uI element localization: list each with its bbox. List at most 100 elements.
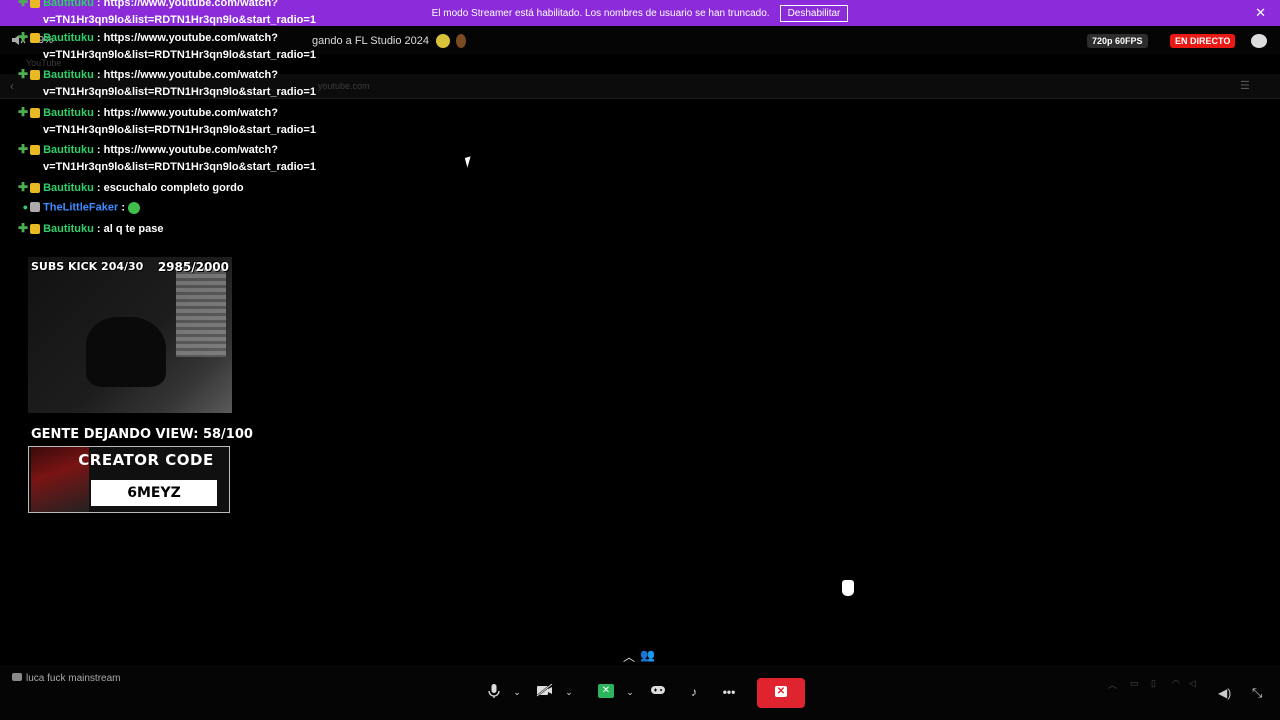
badge-icons: ✚ xyxy=(0,141,40,159)
crown-badge-icon xyxy=(30,0,40,9)
chat-text-cont: v=TN1Hr3qn9lo&list=RDTN1Hr3qn9lo&start_r… xyxy=(43,86,316,98)
chat-separator: : xyxy=(96,31,101,44)
chat-text: al q te pase xyxy=(103,222,164,235)
plus-badge-icon: ✚ xyxy=(17,0,28,9)
chat-separator: : xyxy=(121,201,125,214)
chat-text-cont: v=TN1Hr3qn9lo&list=RDTN1Hr3qn9lo&start_r… xyxy=(43,124,316,136)
voice-channel[interactable]: luca fuck mainstream xyxy=(12,673,120,684)
fullscreen-exit-icon[interactable]: ⤡ xyxy=(1252,685,1262,701)
wifi-icon[interactable]: ◠ xyxy=(1172,678,1180,689)
profile-icon[interactable] xyxy=(1251,34,1267,48)
gamepad-icon[interactable] xyxy=(649,683,667,701)
chat-separator: : xyxy=(96,181,101,194)
creator-code-panel: CREATOR CODE 6MEYZ xyxy=(28,446,230,513)
chat-separator: : xyxy=(96,0,101,9)
hand-cursor-icon xyxy=(842,580,854,596)
chat-message: ● TheLittleFaker : xyxy=(23,199,343,216)
creator-code-value: 6MEYZ xyxy=(91,480,217,506)
microphone-icon[interactable] xyxy=(485,683,503,701)
chat-separator: : xyxy=(96,143,101,156)
plus-badge-icon: ✚ xyxy=(17,30,28,44)
chat-text: https://www.youtube.com/watch? xyxy=(103,106,278,119)
mod-badge-icon xyxy=(30,202,40,213)
close-icon[interactable]: ✕ xyxy=(1255,5,1266,21)
chat-separator: : xyxy=(96,68,101,81)
chat-text: https://www.youtube.com/watch? xyxy=(103,0,278,9)
crown-badge-icon xyxy=(30,108,40,119)
more-icon[interactable]: ••• xyxy=(720,683,738,701)
camera-off-icon[interactable] xyxy=(536,683,554,701)
speaker-channel-icon xyxy=(12,673,22,681)
chat-separator: : xyxy=(96,106,101,119)
chevron-down-icon[interactable]: ⌄ xyxy=(621,683,639,701)
crown-badge-icon xyxy=(30,145,40,156)
badge-icons: ✚ xyxy=(0,104,40,122)
soundboard-icon[interactable]: ♪ xyxy=(685,683,703,701)
chat-text-cont: v=TN1Hr3qn9lo&list=RDTN1Hr3qn9lo&start_r… xyxy=(43,161,316,173)
chevron-up-icon[interactable]: ︿ xyxy=(623,648,635,665)
chat-message: ✚ Bautituku : https://www.youtube.com/wa… xyxy=(18,0,343,29)
disable-streamer-mode-button[interactable]: Deshabilitar xyxy=(779,4,849,22)
emote-icon xyxy=(436,34,451,48)
followers-goal: 2985/2000 xyxy=(157,260,229,274)
creator-code-title: CREATOR CODE xyxy=(78,451,214,469)
chevron-up-icon[interactable]: ︿ xyxy=(1108,678,1117,691)
plus-badge-icon: ✚ xyxy=(17,67,28,81)
chat-username[interactable]: TheLittleFaker xyxy=(43,201,118,213)
volume-tray-icon[interactable]: ◁ xyxy=(1189,678,1196,689)
tray-icon[interactable]: ▭ xyxy=(1130,678,1139,689)
chat-username[interactable]: Bautituku xyxy=(43,0,94,9)
end-call-icon: ✕ xyxy=(775,686,787,697)
chevron-down-icon[interactable]: ⌄ xyxy=(560,683,578,701)
end-call-button[interactable]: ✕ xyxy=(757,678,805,708)
mouse-cursor-icon xyxy=(464,156,474,168)
chat-username[interactable]: Bautituku xyxy=(43,107,94,119)
chat-message: ✚ Bautituku : al q te pase xyxy=(18,220,343,238)
voice-channel-name: luca fuck mainstream xyxy=(26,673,121,684)
crown-badge-icon xyxy=(30,70,40,81)
chat-username[interactable]: Bautituku xyxy=(43,223,94,235)
chat-username[interactable]: Bautituku xyxy=(43,69,94,81)
speaker-icon[interactable]: ◀) xyxy=(1218,686,1231,700)
chat-text: https://www.youtube.com/watch? xyxy=(103,68,278,81)
badge-icons: ✚ xyxy=(0,0,40,12)
menu-icon[interactable]: ☰ xyxy=(1240,79,1250,92)
banner-text: El modo Streamer está habilitado. Los no… xyxy=(431,7,770,19)
chat-text: https://www.youtube.com/watch? xyxy=(103,31,278,44)
call-control-bar xyxy=(0,665,1280,720)
plus-badge-icon: ✚ xyxy=(17,105,28,119)
screen-share-icon[interactable]: ✕ xyxy=(598,684,614,698)
badge-icons: ✚ xyxy=(0,29,40,47)
chat-message: ✚ Bautituku : https://www.youtube.com/wa… xyxy=(18,66,343,101)
webcam-panel: SUBS KICK 204/30 2985/2000 xyxy=(28,257,232,413)
crown-badge-icon xyxy=(30,33,40,44)
chat-username[interactable]: Bautituku xyxy=(43,144,94,156)
crown-badge-icon xyxy=(30,224,40,235)
chat-text: escuchalo completo gordo xyxy=(103,181,244,194)
badge-icons: ✚ xyxy=(0,220,40,238)
chat-message: ✚ Bautituku : https://www.youtube.com/wa… xyxy=(18,141,343,176)
chat-username[interactable]: Bautituku xyxy=(43,32,94,44)
plus-badge-icon: ✚ xyxy=(17,221,28,235)
live-badge: EN DIRECTO xyxy=(1170,34,1236,48)
quality-badge: 720p 60FPS xyxy=(1087,34,1148,48)
chat-separator: : xyxy=(96,222,101,235)
emote-icon xyxy=(128,201,141,214)
view-goal: GENTE DEJANDO VIEW: 58/100 xyxy=(31,427,253,442)
streamer-silhouette xyxy=(86,317,166,387)
chat-text: https://www.youtube.com/watch? xyxy=(103,143,278,156)
badge-icons: ● xyxy=(0,199,40,216)
people-icon[interactable]: 👥 xyxy=(640,648,655,662)
chat-username[interactable]: Bautituku xyxy=(43,182,94,194)
window-blinds xyxy=(176,267,226,357)
subs-goal: SUBS KICK 204/30 xyxy=(31,260,144,273)
mic-tray-icon[interactable]: ▯ xyxy=(1151,678,1156,689)
verified-badge-icon: ● xyxy=(22,202,28,212)
badge-icons: ✚ xyxy=(0,179,40,197)
chevron-down-icon[interactable]: ⌄ xyxy=(508,683,526,701)
plus-badge-icon: ✚ xyxy=(17,142,28,156)
chat-text-cont: v=TN1Hr3qn9lo&list=RDTN1Hr3qn9lo&start_r… xyxy=(43,49,316,61)
chat-message: ✚ Bautituku : https://www.youtube.com/wa… xyxy=(18,104,343,139)
plus-badge-icon: ✚ xyxy=(17,180,28,194)
chat-message: ✚ Bautituku : https://www.youtube.com/wa… xyxy=(18,29,343,64)
